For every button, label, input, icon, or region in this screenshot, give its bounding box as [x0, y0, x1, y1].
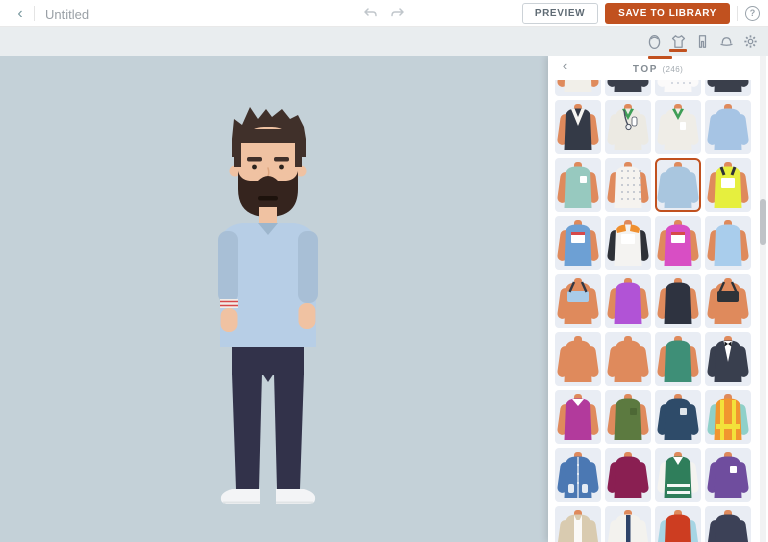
save-to-library-button[interactable]: SAVE TO LIBRARY — [605, 3, 730, 24]
top-item[interactable] — [705, 100, 751, 154]
panel-title-wrap: TOP (246) — [548, 59, 768, 77]
hand — [298, 303, 316, 329]
top-item[interactable] — [555, 274, 601, 328]
panel-title: TOP — [632, 64, 659, 75]
pants-leg — [232, 373, 262, 489]
wristband — [220, 299, 238, 308]
asset-panel: ‹ TOP (246) — [548, 56, 768, 542]
tab-settings[interactable] — [738, 27, 762, 56]
undo-icon[interactable] — [362, 6, 380, 22]
top-item[interactable] — [705, 80, 751, 96]
redo-icon[interactable] — [388, 6, 406, 22]
top-item[interactable] — [555, 80, 601, 96]
top-item[interactable] — [705, 216, 751, 270]
tab-bottom[interactable] — [690, 27, 714, 56]
panel-scroll-area[interactable] — [548, 80, 754, 542]
scrollbar-thumb[interactable] — [760, 199, 766, 245]
top-item[interactable] — [555, 448, 601, 502]
divider — [34, 6, 35, 21]
top-item[interactable] — [605, 80, 651, 96]
pants-leg — [274, 373, 304, 489]
pants-icon — [694, 33, 711, 50]
top-item[interactable] — [605, 448, 651, 502]
top-item[interactable] — [655, 448, 701, 502]
eye — [279, 164, 284, 170]
top-item[interactable] — [655, 216, 701, 270]
head-icon — [646, 33, 663, 50]
top-item[interactable] — [605, 158, 651, 212]
top-item[interactable] — [605, 100, 651, 154]
hair-side — [295, 137, 302, 167]
eyebrow — [247, 157, 262, 162]
top-item[interactable] — [605, 390, 651, 444]
hand — [220, 308, 238, 332]
top-item[interactable] — [655, 506, 701, 542]
character-figure[interactable] — [168, 101, 368, 521]
top-item[interactable] — [705, 448, 751, 502]
shirt-icon — [670, 33, 687, 50]
top-item[interactable] — [655, 274, 701, 328]
sleeve — [218, 231, 238, 303]
top-item[interactable] — [555, 390, 601, 444]
top-item[interactable] — [705, 506, 751, 542]
divider — [737, 6, 738, 21]
top-item[interactable] — [705, 274, 751, 328]
sleeve — [298, 231, 318, 303]
top-item[interactable] — [705, 332, 751, 386]
panel-back-icon[interactable]: ‹ — [557, 58, 573, 76]
preview-canvas[interactable] — [0, 56, 548, 542]
top-item[interactable] — [655, 390, 701, 444]
top-item[interactable] — [705, 158, 751, 212]
mustache — [258, 184, 278, 193]
hair-fringe — [236, 129, 300, 143]
pants-crotch — [262, 373, 274, 382]
top-item[interactable] — [655, 80, 701, 96]
tab-top[interactable] — [666, 27, 690, 56]
document-title[interactable]: Untitled — [45, 7, 89, 22]
hat-icon — [718, 33, 735, 50]
top-item[interactable] — [555, 158, 601, 212]
nose — [267, 167, 270, 177]
preview-button[interactable]: PREVIEW — [521, 3, 599, 24]
top-item[interactable] — [605, 216, 651, 270]
top-item[interactable] — [605, 332, 651, 386]
top-item[interactable] — [655, 332, 701, 386]
tab-hat[interactable] — [714, 27, 738, 56]
eye — [252, 164, 257, 170]
top-item[interactable] — [555, 506, 601, 542]
panel-header: ‹ TOP (246) — [548, 56, 768, 80]
top-item[interactable] — [605, 274, 651, 328]
top-bar: ‹ Untitled PREVIEW SAVE TO LIBRARY ? — [0, 0, 768, 27]
tops-grid — [548, 80, 754, 542]
category-toolbar — [0, 27, 768, 56]
gear-icon — [742, 33, 759, 50]
top-item[interactable] — [605, 506, 651, 542]
top-item[interactable] — [705, 390, 751, 444]
top-item-selected[interactable] — [655, 158, 701, 212]
character-creator-app: ‹ Untitled PREVIEW SAVE TO LIBRARY ? ‹ T… — [0, 0, 768, 542]
panel-scrollbar[interactable] — [760, 56, 766, 542]
mouth — [258, 196, 278, 201]
panel-item-count: (246) — [662, 65, 684, 74]
tab-character-head[interactable] — [642, 27, 666, 56]
top-item[interactable] — [555, 100, 601, 154]
top-item[interactable] — [555, 332, 601, 386]
hair-side — [234, 137, 241, 167]
top-item[interactable] — [655, 100, 701, 154]
help-icon[interactable]: ? — [745, 6, 760, 21]
top-item[interactable] — [555, 216, 601, 270]
back-icon[interactable]: ‹ — [10, 4, 30, 24]
eyebrow — [274, 157, 289, 162]
pants-hip — [232, 347, 304, 375]
